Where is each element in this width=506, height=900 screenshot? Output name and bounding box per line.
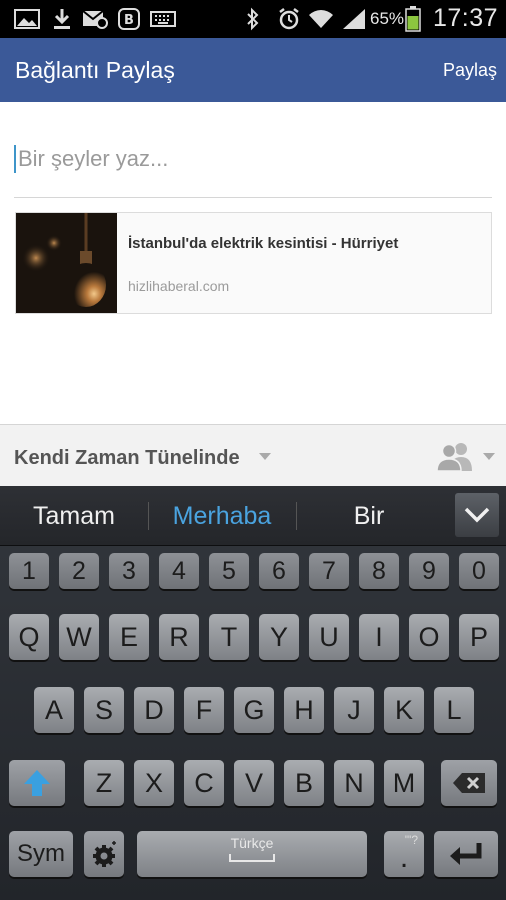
key-e[interactable]: E: [109, 614, 149, 660]
compose-input[interactable]: Bir şeyler yaz...: [14, 140, 492, 198]
suggestion-divider: [296, 502, 297, 530]
key-f[interactable]: F: [184, 687, 224, 733]
battery-icon: [405, 6, 421, 32]
key-p[interactable]: P: [459, 614, 499, 660]
key-c[interactable]: C: [184, 760, 224, 806]
key-3[interactable]: 3: [109, 553, 149, 589]
backspace-icon: [453, 773, 485, 793]
wifi-icon: [308, 9, 334, 29]
mail-icon: [82, 9, 108, 29]
key-1[interactable]: 1: [9, 553, 49, 589]
key-g[interactable]: G: [234, 687, 274, 733]
collapse-suggestions-button[interactable]: [455, 493, 499, 537]
shift-key[interactable]: [9, 760, 65, 806]
link-title: İstanbul'da elektrik kesintisi - Hürriye…: [128, 235, 399, 252]
suggestion-2[interactable]: Merhaba: [160, 502, 284, 531]
suggestion-3[interactable]: Bir: [310, 502, 428, 531]
key-2[interactable]: 2: [59, 553, 99, 589]
key-s[interactable]: S: [84, 687, 124, 733]
bluetooth-icon: [245, 7, 261, 31]
download-icon: [52, 9, 72, 29]
enter-icon: [450, 843, 482, 865]
keyboard-icon: [150, 9, 176, 29]
signal-icon: [342, 9, 366, 29]
key-v[interactable]: V: [234, 760, 274, 806]
period-key-hint: '"?: [404, 833, 418, 847]
action-bar: Bağlantı Paylaş Paylaş: [0, 38, 506, 102]
enter-key[interactable]: [434, 831, 498, 877]
friends-chevron-down-icon[interactable]: [483, 453, 495, 460]
suggestion-divider: [148, 502, 149, 530]
tag-friends-icon[interactable]: [436, 441, 476, 472]
suggestion-1[interactable]: Tamam: [14, 502, 134, 531]
suggestion-bar: Tamam Merhaba Bir: [0, 486, 506, 546]
privacy-selector[interactable]: Kendi Zaman Tünelinde: [14, 447, 240, 470]
chevron-down-icon: [464, 507, 490, 523]
key-u[interactable]: U: [309, 614, 349, 660]
key-w[interactable]: W: [59, 614, 99, 660]
key-n[interactable]: N: [334, 760, 374, 806]
key-t[interactable]: T: [209, 614, 249, 660]
audience-bar: Kendi Zaman Tünelinde: [0, 424, 506, 486]
alarm-icon: [277, 8, 301, 30]
link-domain: hizlihaberal.com: [128, 278, 230, 294]
key-b[interactable]: B: [284, 760, 324, 806]
key-l[interactable]: L: [434, 687, 474, 733]
compose-placeholder: Bir şeyler yaz...: [18, 146, 169, 171]
gallery-icon: [14, 9, 40, 29]
svg-text:B: B: [124, 13, 134, 28]
period-key[interactable]: '"? .: [384, 831, 424, 877]
space-language-label: Türkçe: [230, 835, 274, 851]
link-preview-card[interactable]: İstanbul'da elektrik kesintisi - Hürriye…: [15, 212, 492, 314]
chevron-down-icon[interactable]: [259, 453, 271, 460]
app-icon: B: [118, 8, 140, 30]
key-9[interactable]: 9: [409, 553, 449, 589]
backspace-key[interactable]: [441, 760, 497, 806]
shift-arrow-icon: [24, 770, 50, 796]
gear-icon: [93, 841, 116, 867]
key-o[interactable]: O: [409, 614, 449, 660]
key-y[interactable]: Y: [259, 614, 299, 660]
key-a[interactable]: A: [34, 687, 74, 733]
key-k[interactable]: K: [384, 687, 424, 733]
status-bar: B 65% 17:37: [0, 0, 506, 38]
clock: 17:37: [432, 4, 498, 32]
key-m[interactable]: M: [384, 760, 424, 806]
battery-percent: 65%: [370, 9, 405, 28]
sym-key[interactable]: Sym: [9, 831, 73, 877]
key-i[interactable]: I: [359, 614, 399, 660]
settings-key[interactable]: [84, 831, 124, 877]
key-q[interactable]: Q: [9, 614, 49, 660]
key-z[interactable]: Z: [84, 760, 124, 806]
key-d[interactable]: D: [134, 687, 174, 733]
key-4[interactable]: 4: [159, 553, 199, 589]
key-0[interactable]: 0: [459, 553, 499, 589]
share-content: Bir şeyler yaz... İstanbul'da elektrik k…: [0, 102, 506, 424]
key-r[interactable]: R: [159, 614, 199, 660]
key-j[interactable]: J: [334, 687, 374, 733]
key-7[interactable]: 7: [309, 553, 349, 589]
key-x[interactable]: X: [134, 760, 174, 806]
link-thumbnail: [16, 213, 117, 313]
key-8[interactable]: 8: [359, 553, 399, 589]
key-h[interactable]: H: [284, 687, 324, 733]
keyboard: 1 2 3 4 5 6 7 8 9 0 Q W E R T Y U I O P …: [0, 546, 506, 900]
space-key[interactable]: Türkçe: [137, 831, 367, 877]
page-title: Bağlantı Paylaş: [15, 57, 175, 83]
text-cursor: [14, 145, 16, 173]
space-bar-icon: [229, 854, 275, 862]
key-6[interactable]: 6: [259, 553, 299, 589]
share-button[interactable]: Paylaş: [443, 60, 497, 81]
key-5[interactable]: 5: [209, 553, 249, 589]
